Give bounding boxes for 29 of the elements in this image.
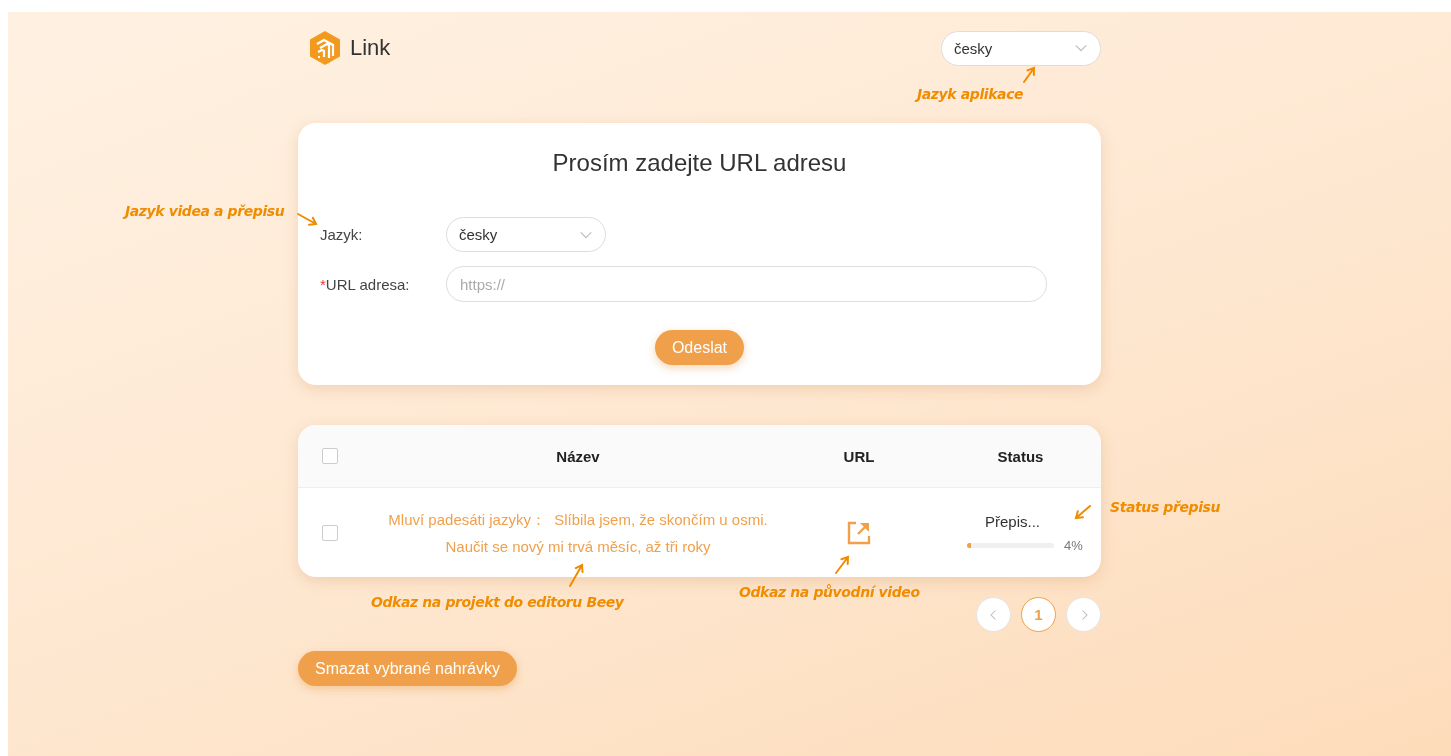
url-field[interactable]: https:// [446,266,1047,302]
annotation-arrow [569,563,584,587]
annotation-arrow [1023,66,1036,83]
annotation-arrow [835,555,850,574]
annotation-text: Status přepisu [1110,499,1221,515]
checkbox[interactable] [322,524,338,541]
progress-percent: 4% [1064,537,1083,553]
column-header: Název [556,447,600,465]
annotation-arrow [297,213,318,226]
logo-icon [308,30,342,66]
external-link-icon[interactable] [846,519,872,546]
column-header: Status [997,447,1044,465]
app-name: Link [350,35,391,61]
annotation-text: Odkaz na projekt do editoru Beey [371,594,624,610]
delete-selected-button[interactable]: Smazat vybrané nahrávky [298,651,517,686]
annotation-arrow [1074,505,1091,520]
checkbox[interactable] [322,448,338,464]
previous-page-button[interactable] [976,597,1011,632]
annotation-text: Odkaz na původní video [739,584,920,600]
page-button[interactable]: 1 [1021,597,1056,632]
column-header: URL [843,447,875,465]
next-page-button[interactable] [1066,597,1101,632]
form-title: Prosím zadejte URL adresu [551,149,848,177]
recording-title-link[interactable]: Mluví padesáti jazyky： Slíbila jsem, že skončím u osmi. Naučit se nový mi trvá měsíc, až tři roky [388,505,768,560]
url-label: *URL adresa: [320,275,411,293]
language-select[interactable]: česky [941,30,1101,66]
submit-button[interactable]: Odeslat [654,330,745,365]
status-text: Přepis... [985,512,1040,530]
language-label: Jazyk: [320,226,364,243]
